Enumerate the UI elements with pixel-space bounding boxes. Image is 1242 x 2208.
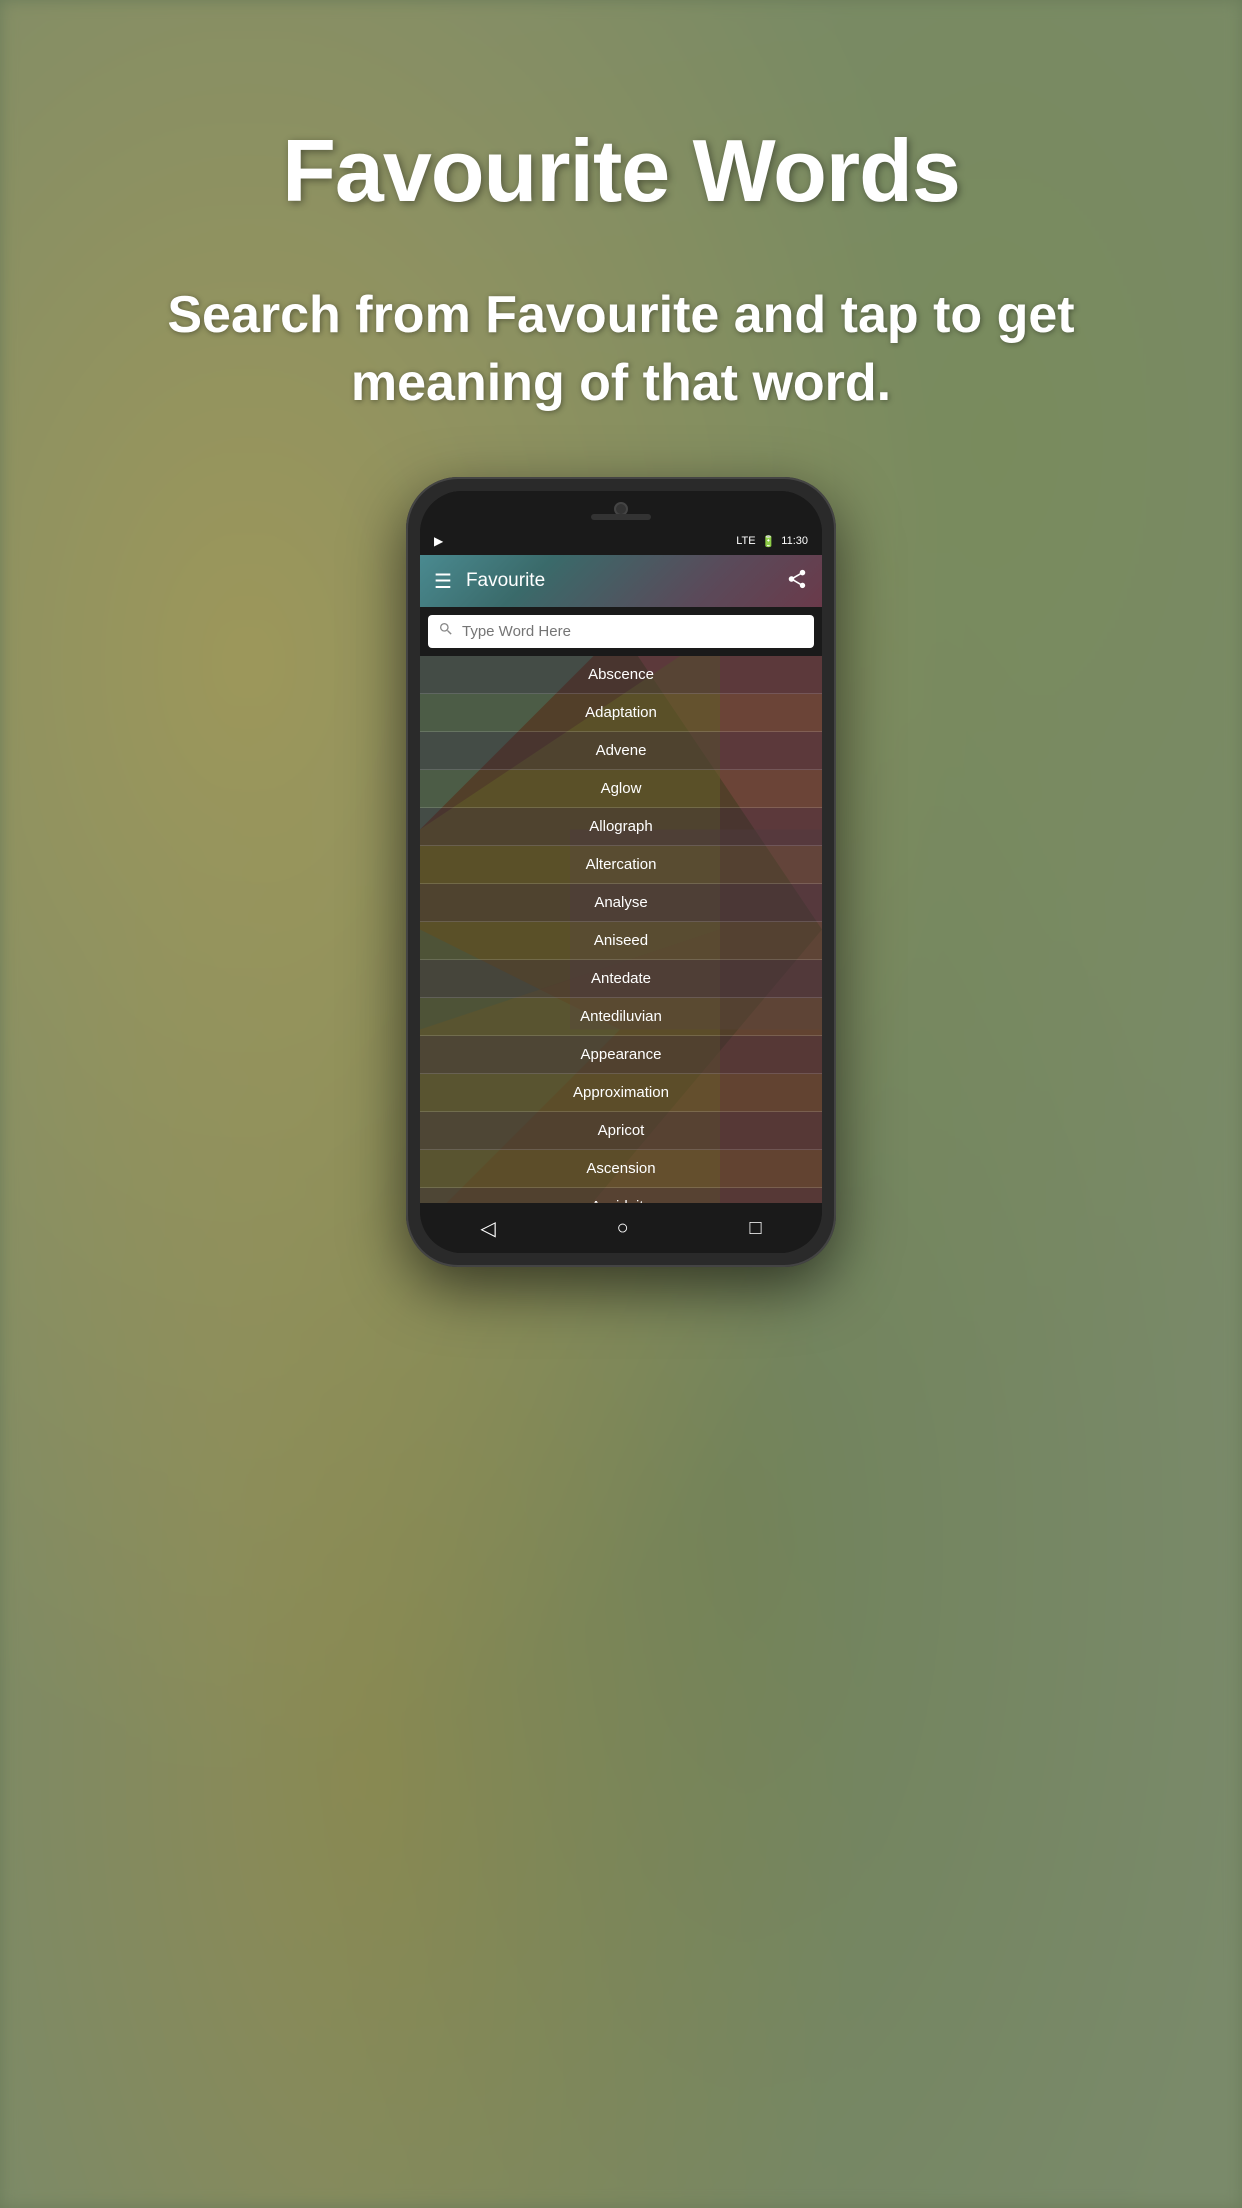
page-subtitle: Search from Favourite and tap to get mea… — [0, 282, 1242, 417]
list-item[interactable]: Altercation — [420, 846, 822, 884]
search-icon — [438, 621, 454, 642]
list-item[interactable]: Analyse — [420, 884, 822, 922]
list-item[interactable]: Antedate — [420, 960, 822, 998]
list-item[interactable]: Allograph — [420, 808, 822, 846]
status-bar: ▶ LTE 🔋 11:30 — [420, 527, 822, 555]
battery-icon: 🔋 — [762, 535, 776, 548]
app-toolbar: ☰ Favourite — [420, 555, 822, 607]
list-item[interactable]: Antediluvian — [420, 998, 822, 1036]
search-bar[interactable] — [428, 615, 814, 648]
share-icon[interactable] — [786, 568, 808, 595]
list-item[interactable]: Assiduity — [420, 1188, 822, 1203]
nav-bar: ◁ ○ □ — [420, 1203, 822, 1253]
list-item[interactable]: Apricot — [420, 1112, 822, 1150]
menu-icon[interactable]: ☰ — [434, 569, 452, 594]
phone-top-bar — [420, 491, 822, 527]
play-icon: ▶ — [434, 534, 443, 548]
list-item[interactable]: Approximation — [420, 1074, 822, 1112]
back-button[interactable]: ◁ — [480, 1216, 495, 1241]
search-input[interactable] — [462, 623, 804, 640]
list-item[interactable]: Aglow — [420, 770, 822, 808]
home-button[interactable]: ○ — [617, 1217, 629, 1240]
recents-button[interactable]: □ — [749, 1217, 761, 1240]
list-item[interactable]: Aniseed — [420, 922, 822, 960]
phone-speaker — [591, 514, 651, 520]
word-list: AbscenceAdaptationAdveneAglowAllographAl… — [420, 656, 822, 1203]
list-item[interactable]: Advene — [420, 732, 822, 770]
list-item[interactable]: Ascension — [420, 1150, 822, 1188]
word-list-container: AbscenceAdaptationAdveneAglowAllographAl… — [420, 656, 822, 1203]
list-item[interactable]: Abscence — [420, 656, 822, 694]
signal-indicator: LTE — [736, 535, 755, 547]
page-title: Favourite Words — [282, 120, 960, 222]
toolbar-title: Favourite — [466, 570, 786, 592]
phone-mockup: ▶ LTE 🔋 11:30 ☰ Favourite — [406, 477, 836, 1267]
list-item[interactable]: Appearance — [420, 1036, 822, 1074]
time-display: 11:30 — [781, 535, 808, 547]
list-item[interactable]: Adaptation — [420, 694, 822, 732]
